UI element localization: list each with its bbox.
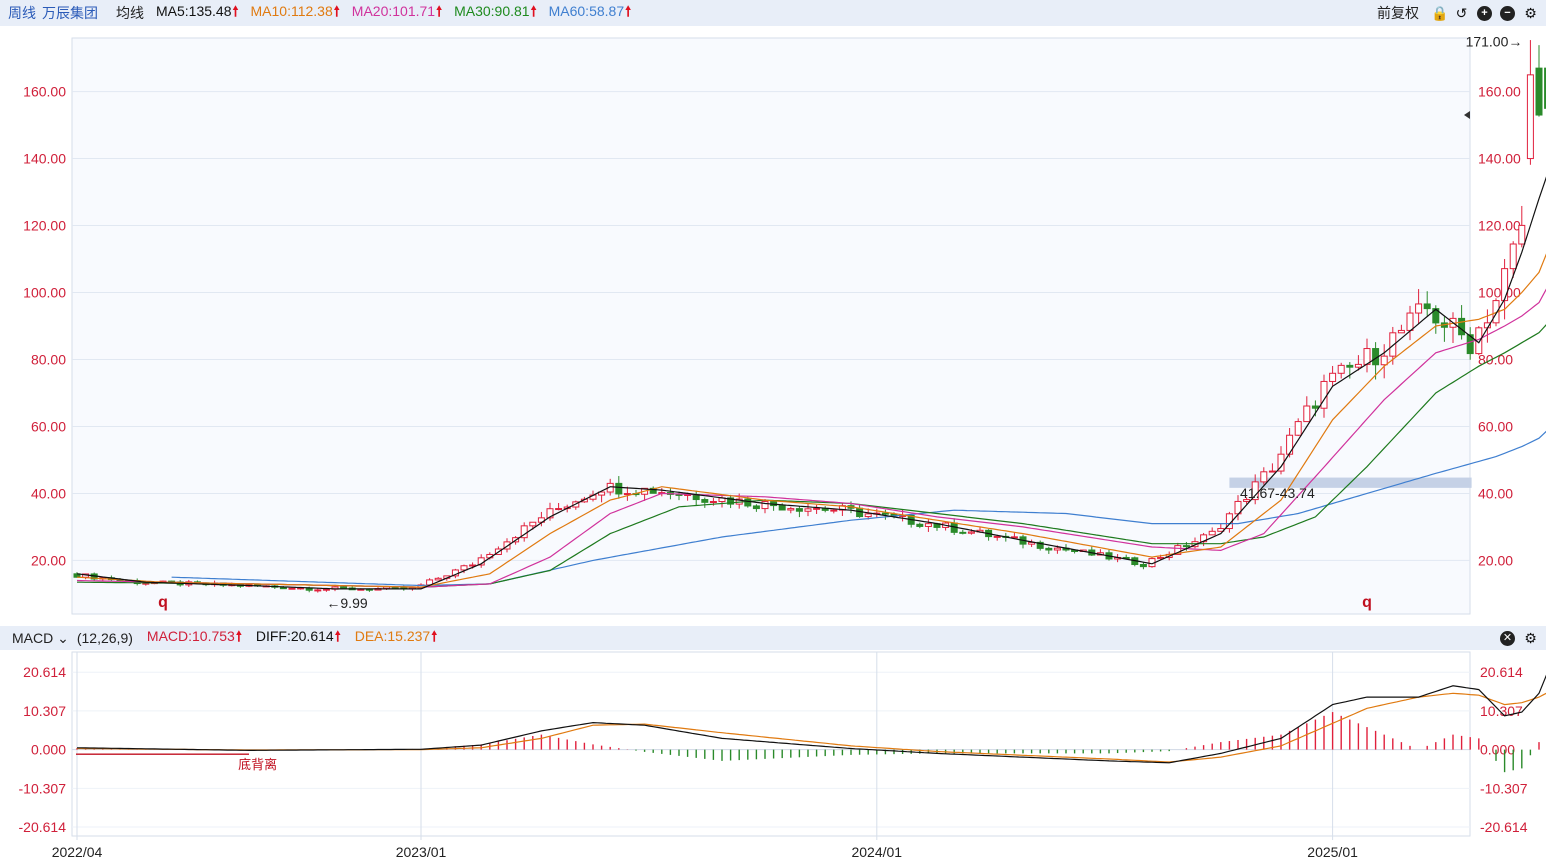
candle-up [1415, 303, 1423, 314]
band-range-annotation: 41.67-43.74 [1240, 485, 1315, 501]
candle-up [1260, 471, 1268, 483]
candle-up [813, 507, 821, 510]
candle-up [804, 508, 812, 512]
y-tick-label-right: 100.00 [1478, 285, 1521, 301]
candle-up [1303, 405, 1311, 423]
macd-y-tick-left: 20.614 [23, 664, 66, 680]
y-tick-label-left: 60.00 [31, 418, 66, 434]
candle-down [1423, 303, 1431, 310]
y-tick-label-left: 120.00 [23, 218, 66, 234]
y-tick-label-right: 80.00 [1478, 351, 1513, 367]
candle-up [1320, 380, 1328, 409]
divergence-annotation: 底背离 [238, 757, 277, 772]
candle-up [529, 521, 537, 527]
signal-marker: q [158, 594, 168, 611]
candle-up [787, 508, 795, 511]
macd-y-tick-left: 0.000 [31, 742, 66, 758]
high-price-annotation: 171.00→ [1466, 34, 1523, 50]
candle-down [1458, 317, 1466, 336]
low-price-annotation: ←9.99 [326, 595, 367, 611]
candle-down [1182, 545, 1190, 548]
macd-y-tick-left: -20.614 [19, 819, 67, 835]
y-tick-label-left: 160.00 [23, 84, 66, 100]
candle-down [1346, 364, 1354, 368]
candle-up [555, 508, 563, 511]
candle-up [1501, 268, 1509, 302]
candle-up [1268, 470, 1276, 473]
candle-up [967, 531, 975, 534]
candle-up [993, 535, 1001, 538]
candle-down [1045, 547, 1053, 551]
y-tick-label-left: 100.00 [23, 285, 66, 301]
candle-up [1337, 364, 1345, 374]
y-tick-label-right: 40.00 [1478, 485, 1513, 501]
macd-y-tick-right: -20.614 [1480, 819, 1528, 835]
main-plot-area [71, 37, 1471, 615]
candle-up [1518, 224, 1526, 245]
kline-chart[interactable]: 20.00 20.00 40.00 40.00 60.00 60.00 80.00 80.00… [0, 0, 1546, 865]
x-tick-label: 2024/01 [851, 844, 902, 860]
y-tick-label-left: 140.00 [23, 151, 66, 167]
candle-down [615, 482, 623, 495]
candle-down [1139, 564, 1147, 568]
macd-y-tick-left: -10.307 [19, 780, 67, 796]
candle-up [460, 565, 468, 571]
candle-up [1286, 434, 1294, 455]
candle-down [1311, 405, 1319, 409]
candle-up [1406, 312, 1414, 331]
candle-up [1354, 363, 1362, 368]
candle-up [469, 564, 477, 567]
candle-up [623, 493, 631, 496]
candle-down [916, 523, 924, 527]
y-tick-label-left: 40.00 [31, 485, 66, 501]
candle-up [1380, 355, 1388, 366]
candle-up [434, 577, 442, 581]
candle-up [830, 509, 838, 512]
macd-y-tick-left: 10.307 [23, 703, 66, 719]
candle-down [959, 531, 967, 534]
x-tick-label: 2023/01 [396, 844, 447, 860]
candle-up [864, 513, 872, 518]
candle-down [752, 505, 760, 510]
y-tick-label-right: 20.00 [1478, 552, 1513, 568]
candle-down [795, 508, 803, 512]
candle-up [1509, 243, 1517, 270]
candle-up [288, 587, 296, 590]
y-tick-label-right: 140.00 [1478, 151, 1521, 167]
y-tick-label-left: 20.00 [31, 552, 66, 568]
y-tick-label-left: 80.00 [31, 351, 66, 367]
candle-up [709, 501, 717, 504]
candle-up [322, 588, 330, 591]
candle-down [744, 498, 752, 507]
candle-up [1053, 547, 1061, 551]
macd-y-tick-right: -10.307 [1480, 780, 1528, 796]
macd-y-tick-right: 20.614 [1480, 664, 1523, 680]
macd-y-tick-right: 0.000 [1480, 742, 1515, 758]
candle-up [1294, 421, 1302, 436]
candle-up [1397, 329, 1405, 334]
candle-up [314, 589, 322, 592]
x-tick-label: 2025/01 [1307, 844, 1358, 860]
y-tick-label-right: 60.00 [1478, 418, 1513, 434]
candle-down [778, 505, 786, 511]
candle-down [340, 586, 348, 589]
y-tick-label-right: 160.00 [1478, 84, 1521, 100]
candle-up [924, 523, 932, 527]
candle-up [1526, 74, 1534, 160]
y-tick-label-right: 120.00 [1478, 218, 1521, 234]
candle-down [1535, 67, 1543, 116]
signal-marker: q [1362, 594, 1372, 611]
candle-down [881, 512, 889, 515]
x-tick-label: 2022/04 [52, 844, 103, 860]
macd-y-tick-right: 10.307 [1480, 703, 1523, 719]
candle-up [1329, 372, 1337, 382]
candle-down [701, 499, 709, 503]
candle-up [1208, 530, 1216, 536]
